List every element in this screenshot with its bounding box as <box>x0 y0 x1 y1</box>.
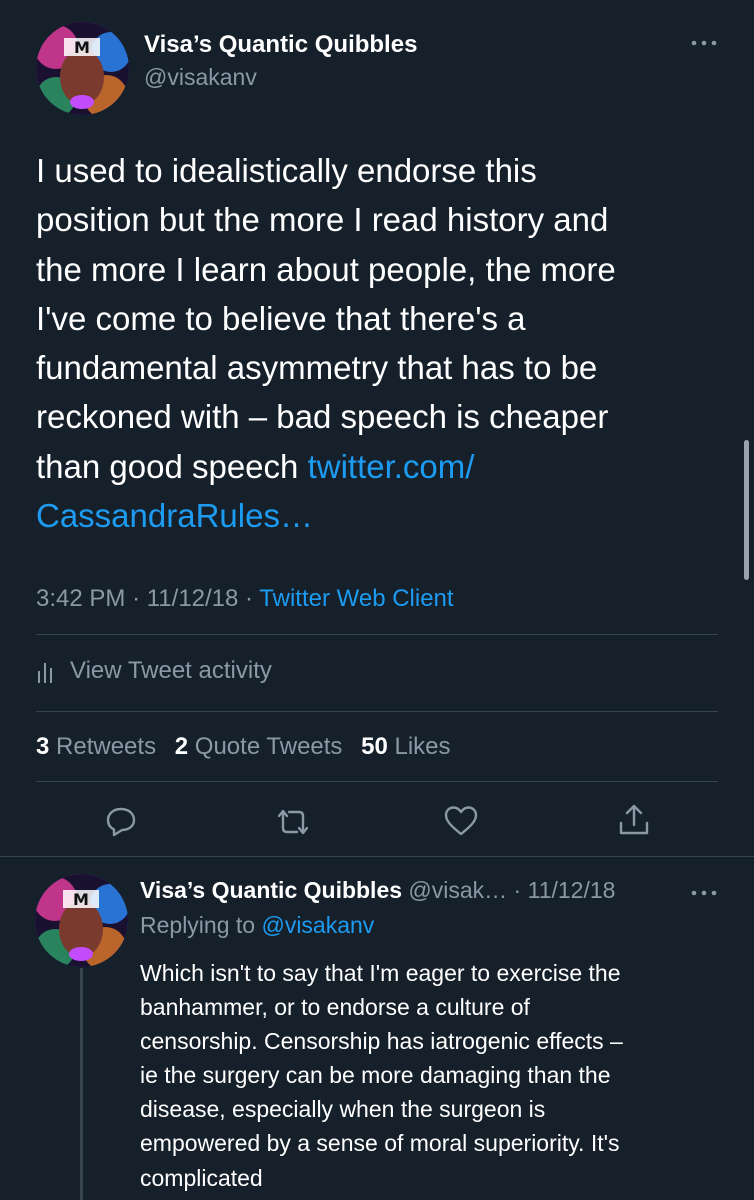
meta-separator: · <box>245 585 260 612</box>
reply-header: Visa’s Quantic Quibbles @visak… · 11/12/… <box>140 877 615 904</box>
tweet-text-line: I've come to believe that there's a <box>36 299 526 337</box>
divider <box>36 634 718 635</box>
replying-to: Replying to @visakanv <box>140 912 374 939</box>
meta-separator: · <box>132 585 147 612</box>
divider <box>36 711 718 712</box>
reply-text-line: disease, especially when the surgeon is <box>140 1096 546 1123</box>
tweet-link-continued[interactable]: CassandraRules… <box>36 497 313 534</box>
svg-text:M: M <box>74 38 90 57</box>
reply-text: Which isn't to say that I'm eager to exe… <box>140 956 720 1195</box>
likes-count: 50 <box>361 733 388 760</box>
tweet-stats: 3 Retweets 2 Quote Tweets 50 Likes <box>36 733 451 761</box>
likes-stat[interactable]: 50 Likes <box>361 733 450 760</box>
replying-to-prefix: Replying to <box>140 912 256 938</box>
tweet-date[interactable]: 11/12/18 <box>147 585 239 612</box>
reply-text-line: empowered by a sense of moral superiorit… <box>140 1130 620 1157</box>
author-avatar[interactable]: M <box>36 22 129 115</box>
more-horizontal-icon[interactable] <box>690 886 718 900</box>
view-tweet-activity[interactable]: View Tweet activity <box>36 657 272 685</box>
author-handle[interactable]: @visakanv <box>144 64 257 91</box>
reply-date-separator: · <box>507 877 528 903</box>
reply-text-line: ie the surgery can be more damaging than… <box>140 1062 611 1089</box>
tweet-link[interactable]: twitter.com/ <box>308 448 475 485</box>
retweets-count: 3 <box>36 733 50 760</box>
tweet-text-line: fundamental asymmetry that has to be <box>36 349 598 387</box>
bar-chart-icon <box>38 663 52 683</box>
tweet-text-line: reckoned with – bad speech is cheaper <box>36 398 609 436</box>
reply-icon[interactable] <box>104 804 138 838</box>
likes-label: Likes <box>394 733 451 760</box>
thread-line <box>80 968 83 1200</box>
share-icon[interactable] <box>616 802 652 838</box>
reply-text-line: censorship. Censorship has iatrogenic ef… <box>140 1028 623 1055</box>
tweet-text-line: than good speech <box>36 447 308 485</box>
reply-text-line: Which isn't to say that I'm eager to exe… <box>140 960 621 986</box>
retweets-label: Retweets <box>56 733 157 760</box>
more-horizontal-icon[interactable] <box>690 36 718 50</box>
tweet-text-line: I used to idealistically endorse this <box>36 152 537 189</box>
quote-tweets-stat[interactable]: 2 Quote Tweets <box>175 733 343 760</box>
tweet-metadata: 3:42 PM · 11/12/18 · Twitter Web Client <box>36 585 454 613</box>
quote-tweets-count: 2 <box>174 733 189 760</box>
quote-tweets-label: Quote Tweets <box>194 733 343 760</box>
view-tweet-activity-label: View Tweet activity <box>70 657 272 684</box>
tweet-text: I used to idealistically endorse this po… <box>36 146 726 540</box>
tweet-text-line: the more I learn about people, the more <box>36 250 616 288</box>
tweet-source[interactable]: Twitter Web Client <box>259 585 453 612</box>
divider <box>36 781 718 782</box>
reply-author-avatar[interactable]: M <box>35 874 128 967</box>
reply-author-name[interactable]: Visa’s Quantic Quibbles <box>140 877 402 903</box>
retweet-icon[interactable] <box>273 806 313 838</box>
reply-date[interactable]: 11/12/18 <box>528 877 616 903</box>
svg-text:M: M <box>73 890 89 909</box>
scrollbar[interactable] <box>744 440 749 580</box>
tweet-separator <box>0 856 754 857</box>
replying-to-handle[interactable]: @visakanv <box>261 912 374 938</box>
reply-text-line: complicated <box>140 1164 263 1191</box>
tweet-text-line: position but the more I read history and <box>36 201 609 239</box>
reply-text-line: banhammer, or to endorse a culture of <box>140 994 530 1021</box>
reply-author-handle[interactable]: @visak… <box>408 877 507 903</box>
heart-icon[interactable] <box>443 804 479 838</box>
tweet-time[interactable]: 3:42 PM <box>36 585 125 612</box>
author-display-name[interactable]: Visa’s Quantic Quibbles <box>144 31 417 59</box>
retweets-stat[interactable]: 3 Retweets <box>36 733 156 760</box>
